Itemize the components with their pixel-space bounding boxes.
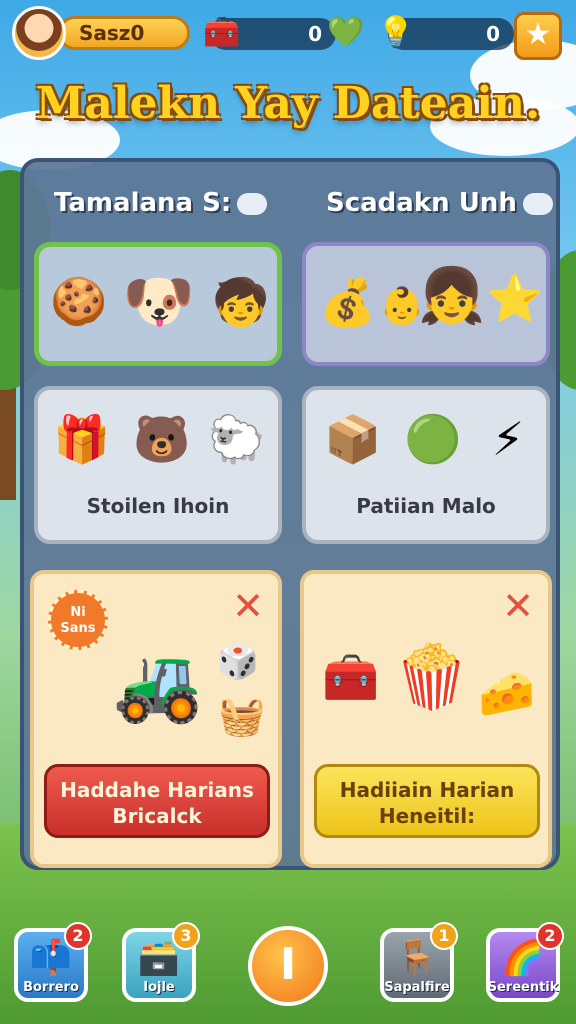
coin-bag-icon: 💰 [319, 275, 377, 329]
close-icon[interactable]: ✕ [502, 584, 534, 628]
notification-count: 1 [430, 922, 458, 950]
coin-value: Sasz0 [79, 21, 145, 45]
left-heading-text: Tamalana S: [54, 188, 232, 218]
lightning-icon: ⚡ [491, 412, 525, 466]
nav-label: Sereentik [487, 980, 559, 995]
character-card-1[interactable]: 🍪 🐶 🧒 [34, 242, 282, 366]
nav-item-sapalfire[interactable]: 🪑 Sapalfire 1 [380, 922, 458, 1002]
star-button[interactable]: ★ [514, 12, 562, 60]
cloud-icon [237, 192, 268, 215]
cheese-icon: 🧀 [478, 666, 536, 720]
bear-character-icon: 🐻 [133, 412, 191, 466]
sale-badge: Ni Sans [48, 590, 108, 650]
notification-count: 2 [536, 922, 564, 950]
nav-label: Borrero [23, 980, 79, 995]
character-card-4[interactable]: 📦 🟢 ⚡ Patiian Malo [302, 386, 550, 544]
offer-card-right: ✕ 🧰 🍿 🧀 Hadiiain Harian Heneitil: [300, 570, 552, 868]
close-icon[interactable]: ✕ [232, 584, 264, 628]
resource1-value: 0 [308, 22, 322, 46]
star-icon: ★ [524, 17, 552, 52]
nav-item-sereentik[interactable]: 🌈 Sereentik 2 [486, 922, 564, 1002]
left-column-heading: Tamalana S: [54, 188, 268, 218]
center-action-button[interactable]: I [248, 926, 328, 1006]
offer-card-left: Ni Sans ✕ 🚜 🎲 🧺 Haddahe Harians Bricalck [30, 570, 282, 868]
main-panel: Tamalana S: Scadakn Unh 🍪 🐶 🧒 💰 👶 👧 ⭐ 🎁 … [20, 158, 560, 870]
offer-right-line2: Heneitil: [378, 804, 476, 828]
green-orb-icon: 🟢 [404, 412, 462, 466]
cloud-icon [522, 192, 553, 215]
offer-buy-button-right[interactable]: Hadiiain Harian Heneitil: [314, 764, 540, 838]
card-4-label: Patiian Malo [356, 494, 496, 518]
card-3-label: Stoilen Ihoin [86, 494, 230, 518]
girl-character-icon: 🧒 [212, 275, 270, 329]
star-creature-icon: ⭐ [486, 271, 544, 325]
wooden-crate-icon: 📦 [324, 412, 382, 466]
right-column-heading: Scadakn Unh [326, 188, 553, 218]
lightbulb-icon: 💡 [377, 14, 415, 50]
notification-count: 2 [64, 922, 92, 950]
chest-icon: 🧰 [203, 14, 241, 50]
nav-item-borrero[interactable]: 📫 Borrero 2 [14, 922, 92, 1002]
resource2-value: 0 [486, 22, 500, 46]
top-bar: Sasz0 0 🧰 💚 0 💡 ★ [0, 0, 576, 70]
notification-count: 3 [172, 922, 200, 950]
treasure-chest-icon: 🧰 [322, 650, 380, 704]
offer-right-line1: Hadiiain Harian [339, 778, 515, 802]
offer-buy-button-left[interactable]: Haddahe Harians Bricalck [44, 764, 270, 838]
player-avatar[interactable] [12, 6, 66, 60]
nav-label: Iojle [143, 980, 175, 995]
scroll-icon: I [279, 939, 297, 990]
farmer-truck-icon: 🚜 [113, 642, 203, 726]
blonde-character-icon: 👧 [418, 264, 486, 327]
pug-character-icon: 🐶 [122, 267, 196, 335]
basket-icon: 🧺 [218, 694, 266, 738]
coin-counter[interactable]: Sasz0 [58, 16, 190, 50]
nav-label: Sapalfire [384, 980, 450, 995]
page-title: Malekn Yay Dateain. [35, 78, 541, 129]
popcorn-icon: 🍿 [393, 640, 471, 713]
nav-item-iojle[interactable]: 🗃️ Iojle 3 [122, 922, 200, 1002]
gift-box-icon: 🎁 [53, 412, 111, 466]
sheep-character-icon: 🐑 [208, 412, 266, 466]
character-card-3[interactable]: 🎁 🐻 🐑 Stoilen Ihoin [34, 386, 282, 544]
character-card-2[interactable]: 💰 👶 👧 ⭐ [302, 242, 550, 366]
right-heading-text: Scadakn Unh [326, 188, 517, 218]
dice-icon: 🎲 [216, 642, 260, 682]
gem-icon[interactable]: 💚 [326, 12, 366, 52]
offer-left-line1: Haddahe Harians [60, 778, 254, 802]
cookie-icon: 🍪 [50, 274, 108, 328]
offer-left-line2: Bricalck [112, 804, 202, 828]
